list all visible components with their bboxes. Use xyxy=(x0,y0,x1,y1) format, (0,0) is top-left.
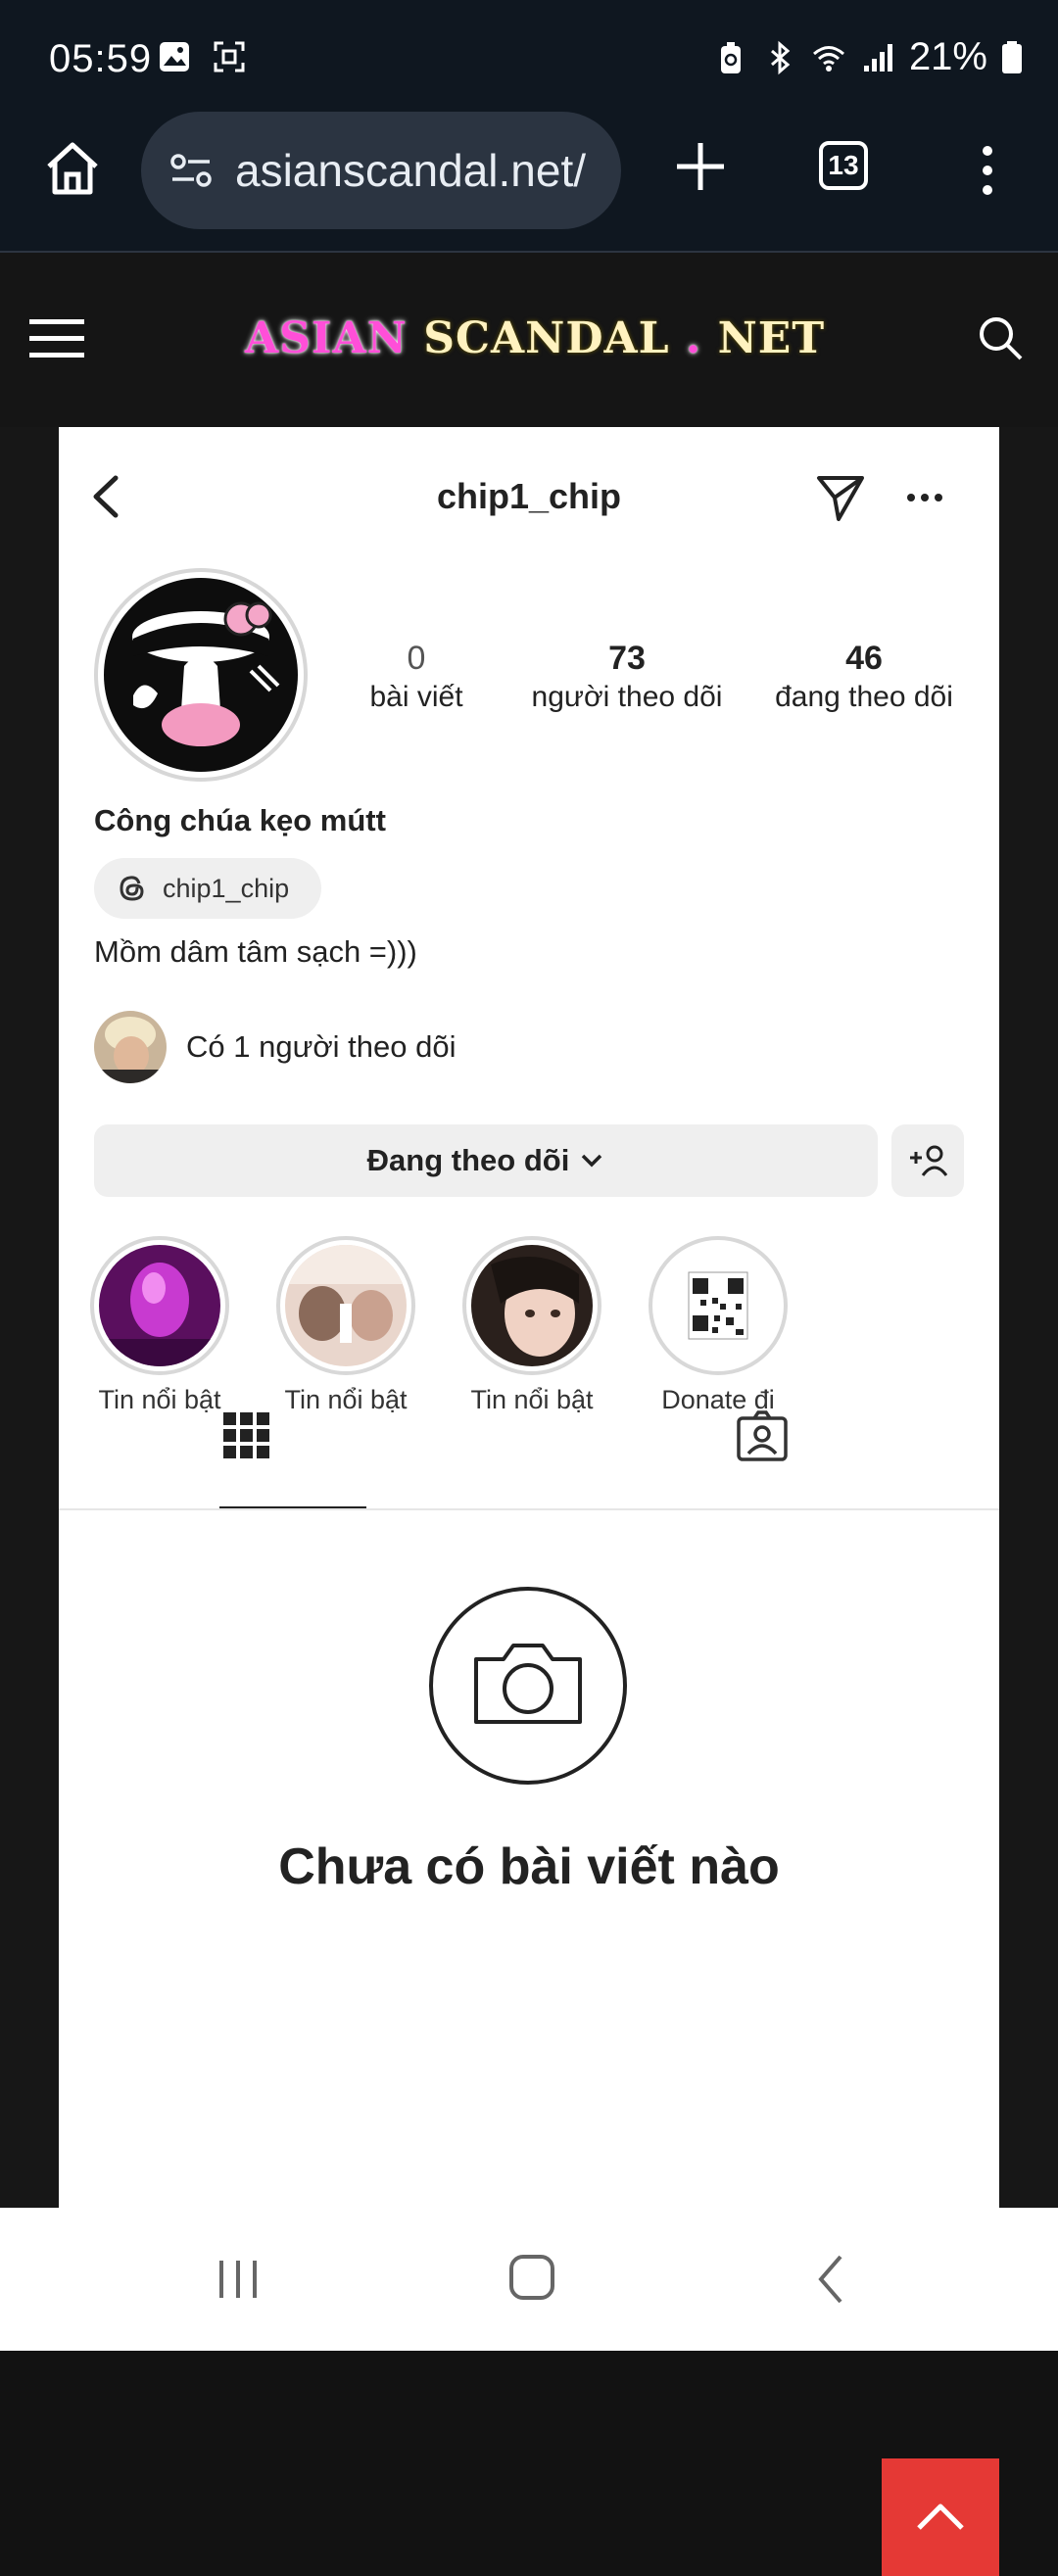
tab-switcher-button[interactable]: 13 xyxy=(819,141,868,190)
following-button: Đang theo dõi xyxy=(94,1124,878,1197)
avatar-image xyxy=(104,578,298,772)
status-right: 21% xyxy=(713,35,1023,79)
status-left-icons xyxy=(157,39,247,74)
hamburger-menu-icon[interactable] xyxy=(29,317,84,360)
battery-icon xyxy=(1002,40,1022,73)
profile-avatar xyxy=(94,568,308,782)
posts-label: bài viết xyxy=(369,681,463,713)
highlight-item: Tin nổi bật xyxy=(86,1236,233,1415)
logo-part-asian: ASIAN xyxy=(245,313,408,363)
address-bar[interactable]: asianscandal.net/ xyxy=(141,112,621,229)
highlight-item: Donate đi xyxy=(645,1236,792,1415)
mutual-followers-text: Có 1 người theo dõi xyxy=(186,1029,457,1064)
following-label: đang theo dõi xyxy=(775,681,953,713)
following-count: 46 xyxy=(845,640,883,677)
site-settings-icon[interactable] xyxy=(167,146,216,195)
scroll-to-top-button[interactable] xyxy=(882,2458,999,2576)
qr-code-thumbnail xyxy=(657,1245,779,1366)
bluetooth-icon xyxy=(770,40,791,74)
logo-part-net: NET xyxy=(717,313,826,363)
browser-toolbar: asianscandal.net/ 13 xyxy=(0,108,1058,253)
logo-part-scandal: SCANDAL xyxy=(423,313,670,363)
threads-badge: chip1_chip xyxy=(94,858,321,919)
highlight-thumbnail xyxy=(99,1245,220,1366)
highlight-label: Tin nổi bật xyxy=(470,1385,594,1414)
threads-handle: chip1_chip xyxy=(163,873,290,903)
followers-count: 73 xyxy=(608,640,646,677)
system-nav-bar xyxy=(0,2208,1058,2351)
no-posts-message: Chưa có bài viết nào xyxy=(278,1838,780,1895)
camera-icon xyxy=(429,1587,627,1785)
battery-saver-icon xyxy=(720,41,741,73)
followers-label: người theo dõi xyxy=(531,681,723,713)
home-icon[interactable] xyxy=(41,137,104,200)
highlight-thumbnail xyxy=(285,1245,407,1366)
home-button-icon[interactable] xyxy=(507,2253,556,2302)
wifi-icon xyxy=(812,45,844,72)
url-text[interactable]: asianscandal.net/ xyxy=(235,144,607,197)
new-tab-plus-icon[interactable] xyxy=(671,137,730,196)
highlight-item: Tin nổi bật xyxy=(272,1236,419,1415)
stat-followers: 73 người theo dõi xyxy=(519,639,735,717)
site-header: ASIAN SCANDAL . NET xyxy=(0,253,1058,427)
site-logo[interactable]: ASIAN SCANDAL . NET xyxy=(245,313,825,363)
send-message-icon xyxy=(817,476,864,521)
screenshot-icon xyxy=(214,41,245,72)
chevron-up-icon xyxy=(917,2504,964,2530)
profile-screenshot-card: chip1_chip 0 bài viết 73 người theo dõi … xyxy=(59,427,999,2208)
status-time: 05:59 xyxy=(49,37,153,80)
signal-icon xyxy=(863,43,892,72)
more-horiz-icon xyxy=(907,494,942,501)
recent-apps-icon[interactable] xyxy=(214,2255,263,2304)
battery-percent: 21% xyxy=(908,35,987,78)
display-name: Công chúa kẹo mútt xyxy=(94,803,386,837)
follower-avatar xyxy=(94,1011,167,1083)
chevron-down-icon xyxy=(582,1154,602,1168)
tab-divider xyxy=(59,1508,999,1510)
gallery-icon xyxy=(160,42,189,72)
status-bar: 05:59 21% xyxy=(0,0,1058,108)
grid-tab-icon xyxy=(223,1412,269,1458)
stat-posts: 0 bài viết xyxy=(343,639,490,717)
highlight-label: Tin nổi bật xyxy=(284,1385,408,1414)
page-content: chip1_chip 0 bài viết 73 người theo dõi … xyxy=(0,427,1058,2576)
suggest-users-button xyxy=(891,1124,964,1197)
highlight-label: Tin nổi bật xyxy=(98,1385,221,1414)
highlight-item: Tin nổi bật xyxy=(458,1236,605,1415)
posts-count: 0 xyxy=(407,640,426,677)
mutual-followers-row: Có 1 người theo dõi xyxy=(94,1011,456,1083)
back-button-icon[interactable] xyxy=(813,2253,848,2306)
threads-icon xyxy=(120,876,144,901)
profile-bio: Mồm dâm tâm sạch =))) xyxy=(94,934,417,969)
following-button-label: Đang theo dõi xyxy=(366,1143,570,1177)
stat-following: 46 đang theo dõi xyxy=(756,639,972,717)
more-vert-icon[interactable] xyxy=(974,141,1001,200)
highlight-thumbnail xyxy=(471,1245,593,1366)
logo-dot: . xyxy=(685,313,702,363)
add-user-icon xyxy=(910,1145,947,1176)
search-icon[interactable] xyxy=(976,313,1025,362)
tagged-tab-icon xyxy=(737,1410,788,1461)
